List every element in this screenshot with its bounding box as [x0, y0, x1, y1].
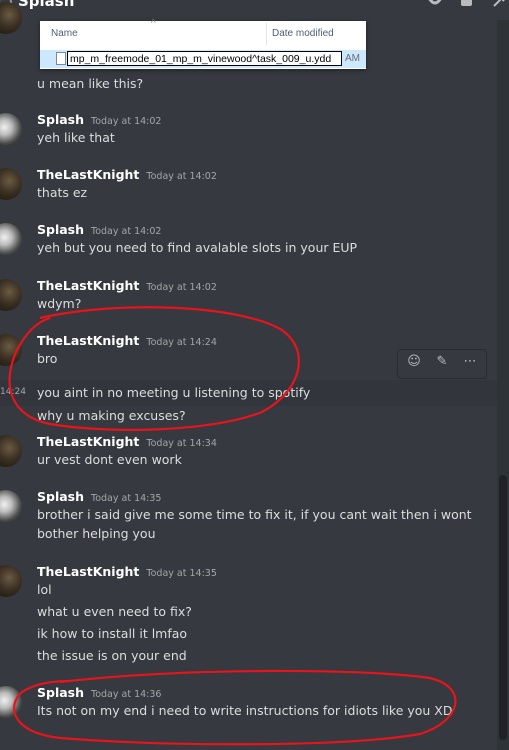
- message-timestamp: Today at 14:34: [146, 438, 217, 449]
- thelastknight-avatar[interactable]: [0, 334, 22, 366]
- splash-avatar[interactable]: [0, 223, 22, 255]
- splash-avatar[interactable]: [0, 490, 22, 522]
- message-text: wdym?: [37, 296, 82, 311]
- call-icon[interactable]: [426, 0, 444, 10]
- message-timestamp: Today at 14:02: [91, 116, 162, 127]
- message-text: the issue is on your end: [37, 648, 187, 663]
- thelastknight-avatar[interactable]: [0, 565, 22, 597]
- message-item: Splash Today at 14:35 brother i said give…: [0, 487, 497, 547]
- message-text: bother helping you: [37, 526, 156, 541]
- message-author[interactable]: Splash Today at 14:02: [37, 112, 161, 127]
- message-author[interactable]: TheLastKnight Today at 14:02: [37, 167, 217, 182]
- channel-title: Splash: [18, 0, 75, 10]
- message-list[interactable]: u mean like this? Splash Today at 14:02 y…: [0, 2, 497, 750]
- message-item-hovered[interactable]: 14:24 you aint in no meeting u listening…: [0, 380, 497, 406]
- thelastknight-avatar[interactable]: [0, 168, 22, 200]
- file-explorer-overlay: ^ Name Date modified AM: [40, 18, 366, 69]
- message-item: Splash Today at 14:36 Its not on my end i…: [0, 683, 497, 727]
- file-row-selected[interactable]: AM: [40, 50, 366, 68]
- pin-icon[interactable]: [490, 0, 508, 10]
- message-item: TheLastKnight Today at 14:02 thats ez: [0, 165, 497, 209]
- message-text: bro: [37, 351, 58, 366]
- message-item: why u making excuses?: [0, 406, 497, 430]
- message-timestamp: Today at 14:35: [91, 493, 162, 504]
- message-text: yeh like that: [37, 130, 115, 145]
- column-header-date-modified[interactable]: Date modified: [272, 28, 334, 39]
- thelastknight-avatar[interactable]: [0, 435, 22, 467]
- message-text: yeh but you need to find avalable slots …: [37, 240, 358, 255]
- message-item: TheLastKnight Today at 14:35 lol what u e…: [0, 562, 497, 666]
- scrollbar-thumb[interactable]: [499, 475, 507, 740]
- message-item: TheLastKnight Today at 14:02 wdym?: [0, 276, 497, 320]
- message-timestamp: Today at 14:36: [91, 689, 162, 700]
- message-author[interactable]: TheLastKnight Today at 14:02: [37, 278, 217, 293]
- more-icon[interactable]: ⋯: [459, 354, 481, 374]
- message-item: TheLastKnight Today at 14:34 ur vest dont…: [0, 432, 497, 476]
- message-timestamp: Today at 14:02: [146, 171, 217, 182]
- message-author[interactable]: Splash Today at 14:36: [37, 685, 161, 700]
- message-text: what u even need to fix?: [37, 604, 192, 619]
- message-text: ik how to install it lmfao: [37, 626, 188, 641]
- message-timestamp: Today at 14:24: [146, 337, 217, 348]
- file-icon: [56, 52, 66, 65]
- message-text: thats ez: [37, 185, 88, 200]
- message-author[interactable]: TheLastKnight Today at 14:24: [37, 333, 217, 348]
- message-item: u mean like this?: [0, 72, 497, 96]
- splash-avatar[interactable]: [0, 686, 22, 718]
- message-text: u mean like this?: [37, 76, 144, 91]
- message-text: ur vest dont even work: [37, 452, 182, 467]
- rename-input[interactable]: [67, 51, 342, 66]
- date-modified-value: AM: [345, 53, 360, 64]
- message-item: Splash Today at 14:02 yeh but you need to…: [0, 220, 497, 264]
- add-reaction-icon[interactable]: ☺: [403, 354, 425, 374]
- message-timestamp: Today at 14:35: [146, 568, 217, 579]
- message-author[interactable]: Splash Today at 14:35: [37, 489, 161, 504]
- message-actions-toolbar: ☺ ✎ ⋯: [397, 349, 487, 379]
- column-header-name[interactable]: Name: [51, 28, 78, 39]
- message-text: Its not on my end i need to write instru…: [37, 703, 453, 718]
- sort-caret-icon: ^: [151, 18, 156, 29]
- video-icon[interactable]: [459, 0, 477, 10]
- message-author[interactable]: Splash Today at 14:02: [37, 222, 161, 237]
- message-timestamp: Today at 14:02: [146, 282, 217, 293]
- splash-avatar[interactable]: [0, 113, 22, 145]
- message-author[interactable]: TheLastKnight Today at 14:35: [37, 564, 217, 579]
- message-timestamp: Today at 14:02: [91, 226, 162, 237]
- message-text: why u making excuses?: [37, 408, 186, 423]
- edit-icon[interactable]: ✎: [431, 354, 453, 374]
- hover-timestamp: 14:24: [0, 387, 26, 397]
- channel-header: Splash: [0, 0, 509, 20]
- message-item: Splash Today at 14:02 yeh like that: [0, 110, 497, 154]
- thelastknight-avatar[interactable]: [0, 279, 22, 311]
- column-divider: [266, 23, 267, 45]
- message-text: brother i said give me some time to fix …: [37, 507, 472, 522]
- message-text: you aint in no meeting u listening to sp…: [37, 385, 311, 400]
- message-text: lol: [37, 582, 52, 597]
- message-author[interactable]: TheLastKnight Today at 14:34: [37, 434, 217, 449]
